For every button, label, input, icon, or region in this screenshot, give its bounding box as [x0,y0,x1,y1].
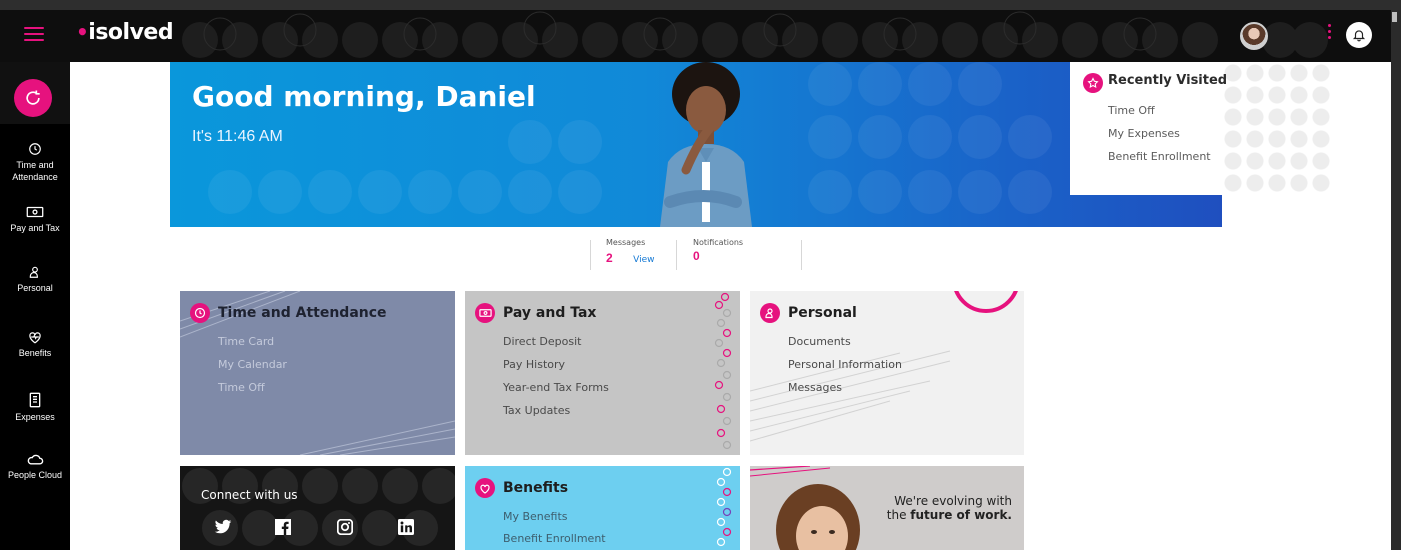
clock-icon [190,303,210,323]
card-circle-pattern [182,468,455,546]
browser-strip [0,0,1401,10]
card-connect-with-us: Connect with us [180,466,455,550]
scrollbar-thumb[interactable] [1392,12,1397,22]
connect-title: Connect with us [201,488,298,502]
recent-link-time-off[interactable]: Time Off [1108,104,1155,117]
link-personal-information[interactable]: Personal Information [788,358,902,371]
sidebar-item-people-cloud[interactable]: People Cloud [0,452,70,481]
refresh-action-button[interactable] [14,79,52,117]
clock-icon [29,143,41,155]
page-scrollbar[interactable] [1391,10,1401,550]
card-personal[interactable]: Personal Documents Personal Information … [750,291,1024,455]
sidebar-item-time-and-attendance[interactable]: Time and Attendance [0,142,70,183]
top-bar: •isolved [0,0,1401,62]
sidebar-item-label: Attendance [12,172,58,182]
user-avatar[interactable] [1240,22,1268,50]
bell-icon[interactable] [1346,22,1372,48]
card-pay-and-tax[interactable]: Pay and Tax Direct Deposit Pay History Y… [465,291,740,455]
card-title: Personal [788,305,857,321]
recent-link-my-expenses[interactable]: My Expenses [1108,127,1180,140]
recent-link-benefit-enrollment[interactable]: Benefit Enrollment [1108,150,1211,163]
link-documents[interactable]: Documents [788,335,851,348]
heart-icon [475,478,495,498]
messages-stat: Messages 2 View [606,238,655,267]
card-promo-future-of-work[interactable]: We're evolving with the future of work. [750,466,1024,550]
sidebar-item-personal[interactable]: Personal [0,265,70,294]
money-icon [475,303,495,323]
link-benefit-enrollment[interactable]: Benefit Enrollment [503,532,606,545]
card-title: Time and Attendance [218,305,387,321]
sidebar: Time and Attendance Pay and Tax Personal… [0,62,70,550]
sidebar-item-expenses[interactable]: Expenses [0,392,70,423]
sidebar-item-label: Pay and Tax [10,223,60,233]
link-pay-history[interactable]: Pay History [503,358,565,371]
notifications-count: 0 [693,249,700,263]
app-frame: •isolved Time and Attendance Pay and Tax… [0,0,1401,550]
heart-icon [29,332,41,344]
person-icon [760,303,780,323]
stats-divider [801,240,802,270]
instagram-icon[interactable] [337,519,353,535]
sidebar-item-label: Personal [17,283,53,293]
card-time-and-attendance[interactable]: Time and Attendance Time Card My Calenda… [180,291,455,455]
link-time-card[interactable]: Time Card [218,335,274,348]
stats-divider [590,240,591,270]
card-benefits[interactable]: Benefits My Benefits Benefit Enrollment [465,466,740,550]
sidebar-item-benefits[interactable]: Benefits [0,330,70,359]
link-my-calendar[interactable]: My Calendar [218,358,287,371]
cloud-icon [27,454,44,465]
sidebar-item-label: Time and [16,160,54,170]
link-year-end-tax-forms[interactable]: Year-end Tax Forms [503,381,609,394]
link-messages[interactable]: Messages [788,381,842,394]
twitter-icon[interactable] [214,519,232,535]
sidebar-item-pay-and-tax[interactable]: Pay and Tax [0,205,70,234]
promo-line-1: We're evolving with [894,494,1012,508]
sidebar-item-label: Benefits [18,348,52,358]
link-time-off[interactable]: Time Off [218,381,265,394]
notifications-stat: Notifications 0 [693,238,743,263]
receipt-icon [29,392,41,408]
money-icon [26,206,44,218]
card-title: Pay and Tax [503,305,597,321]
refresh-icon [26,90,40,105]
card-title: Benefits [503,480,569,496]
recent-panel-pattern [1222,62,1332,195]
sidebar-item-label: Expenses [15,412,55,422]
menu-icon[interactable] [24,27,44,41]
messages-count: 2 [606,251,613,265]
messages-view-link[interactable]: View [633,255,654,265]
link-my-benefits[interactable]: My Benefits [503,510,568,523]
messages-label: Messages [606,238,646,247]
star-icon [1083,73,1103,93]
more-options-icon[interactable] [1326,24,1332,42]
link-tax-updates[interactable]: Tax Updates [503,404,570,417]
link-direct-deposit[interactable]: Direct Deposit [503,335,581,348]
promo-text: We're evolving with the future of work. [887,494,1012,522]
person-icon [29,266,38,278]
recently-visited-panel: Recently Visited Time Off My Expenses Be… [1070,62,1227,195]
current-time: It's 11:46 AM [192,128,283,145]
greeting-title: Good morning, Daniel [192,80,536,113]
sidebar-item-label: People Cloud [7,470,63,480]
stats-divider [676,240,677,270]
promo-line-2-bold: future of work. [910,508,1012,522]
greeting-banner: Good morning, Daniel It's 11:46 AM [170,62,1222,227]
recently-visited-title: Recently Visited [1108,73,1228,88]
notifications-label: Notifications [693,238,744,247]
facebook-icon[interactable] [275,519,291,535]
isolved-logo[interactable]: •isolved [76,20,174,45]
linkedin-icon[interactable] [398,519,414,535]
promo-line-2-prefix: the [886,508,911,522]
banner-person-illustration [660,62,752,227]
